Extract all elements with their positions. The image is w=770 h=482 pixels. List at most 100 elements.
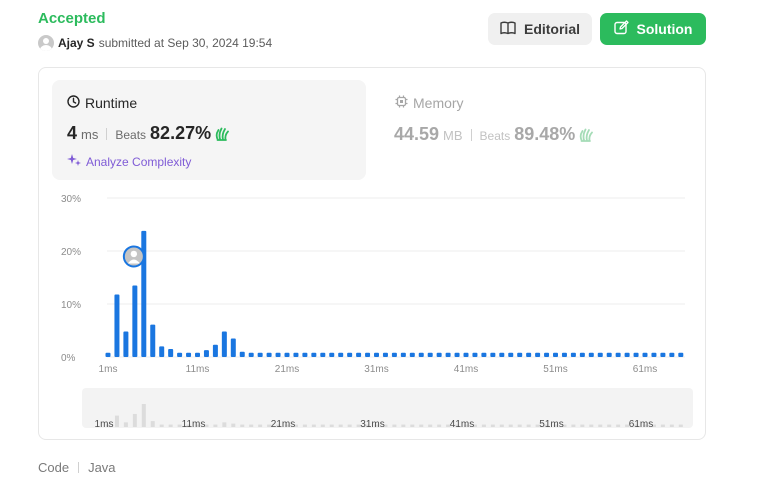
navigator-bar (428, 424, 433, 427)
distribution-bar[interactable] (553, 352, 558, 357)
distribution-bar[interactable] (633, 352, 639, 357)
distribution-bar[interactable] (642, 352, 648, 357)
distribution-bar[interactable] (338, 352, 344, 357)
distribution-bar[interactable] (678, 352, 684, 357)
distribution-bar[interactable] (329, 352, 335, 357)
solution-button[interactable]: Solution (600, 13, 706, 45)
distribution-bar[interactable] (418, 352, 424, 357)
distribution-bar[interactable] (597, 352, 603, 357)
chart-navigator[interactable] (82, 388, 693, 428)
distribution-bar[interactable] (195, 352, 200, 357)
distribution-bar[interactable] (105, 352, 111, 357)
distribution-bar[interactable] (284, 352, 290, 357)
distribution-bar[interactable] (660, 352, 666, 357)
distribution-bar[interactable] (293, 352, 299, 357)
navigator-bar (508, 424, 513, 427)
distribution-bar[interactable] (212, 344, 218, 357)
distribution-bar[interactable] (248, 352, 254, 357)
distribution-bar[interactable] (499, 352, 505, 357)
distribution-bar[interactable] (168, 349, 174, 357)
distribution-bar[interactable] (472, 352, 478, 357)
navigator-tick-label: 11ms (182, 419, 206, 430)
distribution-bar[interactable] (508, 352, 514, 357)
distribution-bar[interactable] (544, 352, 550, 357)
x-tick-label: 1ms (99, 364, 118, 375)
navigator-tick-label: 41ms (450, 419, 474, 430)
distribution-bar[interactable] (275, 352, 281, 357)
navigator-bar (598, 424, 603, 427)
distribution-bar[interactable] (123, 331, 129, 357)
distribution-bar[interactable] (427, 352, 433, 357)
distribution-bar[interactable] (669, 352, 675, 357)
submitted-time: submitted at Sep 30, 2024 19:54 (98, 36, 273, 50)
distribution-bar[interactable] (239, 351, 245, 357)
distribution-bar[interactable] (517, 352, 523, 357)
navigator-bar (329, 424, 334, 427)
navigator-bar (132, 413, 137, 427)
distribution-bar[interactable] (624, 352, 630, 357)
code-label[interactable]: Code (38, 460, 69, 475)
distribution-bar[interactable] (445, 352, 451, 357)
distribution-bar[interactable] (114, 294, 120, 357)
user-avatar[interactable] (38, 35, 54, 51)
distribution-bar[interactable] (356, 352, 362, 357)
distribution-bar[interactable] (606, 352, 612, 357)
distribution-bar[interactable] (588, 352, 594, 357)
distribution-bar[interactable] (579, 352, 585, 357)
distribution-bar[interactable] (561, 352, 567, 357)
distribution-bar[interactable] (302, 352, 308, 357)
distribution-bar[interactable] (454, 352, 460, 357)
distribution-bar[interactable] (177, 352, 183, 357)
your-submission-marker[interactable] (122, 245, 145, 268)
distribution-bar[interactable] (463, 352, 469, 357)
navigator-bar (320, 424, 325, 427)
distribution-bar[interactable] (159, 346, 165, 357)
navigator-bar (660, 424, 665, 427)
navigator-bar (571, 424, 576, 427)
distribution-bar[interactable] (150, 324, 156, 357)
distribution-bar[interactable] (651, 352, 657, 357)
submission-info: Ajay S submitted at Sep 30, 2024 19:54 (38, 35, 272, 51)
navigator-bar (213, 424, 218, 427)
user-name[interactable]: Ajay S (58, 36, 95, 50)
navigator-bar (141, 403, 146, 427)
distribution-bar[interactable] (409, 352, 415, 357)
navigator-bar (419, 424, 424, 427)
editorial-button[interactable]: Editorial (488, 13, 592, 45)
distribution-bar[interactable] (320, 352, 326, 357)
distribution-bar[interactable] (481, 352, 487, 357)
distribution-bar[interactable] (266, 352, 272, 357)
submission-status: Accepted (38, 10, 106, 27)
book-icon (500, 21, 516, 38)
navigator-bar (338, 424, 343, 427)
distribution-bar[interactable] (230, 338, 236, 357)
distribution-bar[interactable] (186, 352, 192, 357)
navigator-bar (517, 424, 522, 427)
distribution-bar[interactable] (347, 352, 353, 357)
navigator-bar (347, 424, 352, 427)
navigator-bar (258, 424, 263, 427)
language-label: Java (88, 460, 116, 475)
y-tick-label: 20% (61, 247, 81, 258)
distribution-bar[interactable] (311, 352, 317, 357)
y-tick-label: 0% (61, 353, 76, 364)
distribution-bar[interactable] (391, 352, 397, 357)
distribution-bar[interactable] (526, 352, 532, 357)
distribution-bar[interactable] (570, 352, 576, 357)
distribution-bar[interactable] (221, 331, 227, 357)
x-tick-label: 41ms (454, 364, 478, 375)
distribution-bar[interactable] (436, 352, 442, 357)
distribution-bar[interactable] (615, 352, 621, 357)
distribution-bar[interactable] (257, 352, 263, 357)
distribution-bar[interactable] (365, 352, 371, 357)
distribution-bar[interactable] (382, 352, 388, 357)
distribution-bar[interactable] (490, 352, 496, 357)
distribution-bar[interactable] (374, 352, 379, 357)
distribution-bar[interactable] (535, 352, 541, 357)
distribution-bar[interactable] (400, 352, 406, 357)
distribution-bar[interactable] (132, 285, 138, 357)
divider (78, 462, 80, 473)
runtime-distribution-chart[interactable]: 30%20%10%0% 1ms 11ms 21ms 31ms 41ms 51ms 61ms … (39, 68, 707, 441)
distribution-bar[interactable] (203, 350, 209, 357)
navigator-bar (607, 424, 612, 427)
